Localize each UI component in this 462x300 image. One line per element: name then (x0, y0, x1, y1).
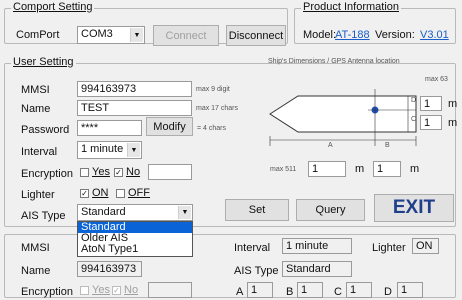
lighter-label: Lighter (21, 189, 55, 201)
name-input[interactable]: TEST (77, 100, 192, 116)
comport-legend: Comport Setting (11, 1, 95, 13)
status-interval-value: 1 minute (282, 238, 352, 254)
dim-label-a: A (328, 142, 333, 149)
dim-label-d: D (411, 97, 417, 104)
encryption-yes-label: Yes (92, 166, 110, 178)
status-lighter-value: ON (412, 238, 439, 254)
ship-diagram (269, 89, 417, 146)
ais-type-dropdown[interactable]: Standard Older AIS AtoN Type1 (77, 221, 193, 257)
comport-select-value: COM3 (81, 28, 113, 40)
ais-type-select-value: Standard (81, 206, 126, 218)
interval-label: Interval (21, 146, 58, 158)
encryption-no-checkbox[interactable]: ✓ No (114, 166, 140, 178)
version-label: Version: (375, 29, 415, 41)
comport-label: ComPort (16, 29, 60, 41)
status-d-value: 1 (397, 282, 423, 298)
dim-b-input[interactable]: 1 (373, 161, 401, 177)
dim-label-c: C (411, 116, 417, 123)
dim-d-input[interactable]: 1 (420, 96, 442, 111)
version-link[interactable]: V3.01 (420, 29, 449, 41)
interval-select-value: 1 minute (81, 143, 124, 155)
model-label: Model: (303, 29, 337, 41)
status-encryption-yes-label: Yes (92, 284, 110, 296)
status-encryption-no-label: No (124, 284, 139, 296)
dim-c-unit: m (448, 117, 458, 129)
comport-select[interactable]: COM3 ▼ (77, 26, 145, 44)
checkbox-checked-icon: ✓ (80, 188, 89, 198)
modify-button[interactable]: Modify (146, 117, 193, 136)
checkbox-empty-icon (80, 167, 89, 177)
password-hint: = 4 chars (197, 125, 226, 132)
status-interval-label: Interval (234, 242, 271, 254)
query-button[interactable]: Query (296, 199, 365, 221)
connect-button[interactable]: Connect (153, 25, 219, 46)
encryption-key-input[interactable] (148, 164, 192, 180)
set-button[interactable]: Set (225, 199, 289, 221)
password-input[interactable]: **** (77, 120, 142, 136)
dim-d-unit: m (448, 98, 458, 110)
status-encryption-no: ✓ No (112, 284, 138, 296)
mmsi-input[interactable]: 994163973 (77, 81, 192, 97)
lighter-off-label: OFF (128, 187, 150, 199)
ais-type-select[interactable]: Standard ▼ (77, 204, 193, 221)
status-b-label: B (286, 286, 294, 298)
ship-dimensions-title: Ship's Dimensions / GPS Antenna location (268, 58, 400, 65)
lighter-off-checkbox[interactable]: OFF (116, 187, 150, 199)
status-encryption-label: Encryption (21, 286, 73, 298)
encryption-label: Encryption (21, 168, 73, 180)
exit-button[interactable]: EXIT (374, 194, 454, 222)
ais-type-label: AIS Type (21, 210, 66, 222)
disconnect-button[interactable]: Disconnect (226, 25, 286, 46)
status-a-label: A (236, 286, 244, 298)
status-mmsi-label: MMSI (21, 242, 50, 254)
chevron-down-icon[interactable]: ▼ (130, 28, 143, 42)
checkbox-disabled-checked-icon: ✓ (112, 285, 121, 295)
encryption-yes-checkbox[interactable]: Yes (80, 166, 110, 178)
ais-option-aton[interactable]: AtoN Type1 (78, 244, 192, 255)
dim-label-b: B (385, 142, 390, 149)
mmsi-label: MMSI (21, 84, 50, 96)
mmsi-hint: max 9 digit (196, 86, 230, 93)
dim-a-input[interactable]: 1 (308, 161, 346, 177)
status-ais-value: Standard (282, 261, 352, 277)
checkbox-empty-icon (116, 188, 125, 198)
status-a-value: 1 (247, 282, 273, 298)
chevron-down-icon[interactable]: ▼ (127, 143, 140, 157)
max511-hint: max 511 (270, 166, 297, 173)
dim-b-unit: m (410, 163, 420, 175)
status-b-value: 1 (297, 282, 323, 298)
interval-select[interactable]: 1 minute ▼ (77, 141, 142, 159)
status-d-label: D (384, 286, 392, 298)
status-encryption-key (148, 282, 192, 298)
dim-c-input[interactable]: 1 (420, 115, 442, 130)
lighter-on-label: ON (92, 187, 109, 199)
dim-a-unit: m (355, 163, 365, 175)
status-encryption-yes: Yes (80, 284, 110, 296)
status-c-label: C (334, 286, 342, 298)
user-setting-legend: User Setting (11, 56, 76, 68)
name-hint: max 17 chars (196, 105, 239, 112)
product-legend: Product Information (301, 1, 401, 13)
max63-hint: max 63 (425, 76, 448, 83)
status-name-label: Name (21, 265, 51, 277)
name-label: Name (21, 103, 51, 115)
checkbox-checked-icon: ✓ (114, 167, 123, 177)
encryption-no-label: No (126, 166, 141, 178)
checkbox-disabled-icon (80, 285, 89, 295)
status-ais-label: AIS Type (234, 265, 279, 277)
password-label: Password (21, 124, 70, 136)
lighter-on-checkbox[interactable]: ✓ ON (80, 187, 109, 199)
model-link[interactable]: AT-188 (335, 29, 370, 41)
status-c-value: 1 (346, 282, 372, 298)
status-name-value: 994163973 (77, 261, 142, 277)
chevron-down-icon[interactable]: ▼ (178, 206, 191, 219)
status-lighter-label: Lighter (372, 242, 406, 254)
